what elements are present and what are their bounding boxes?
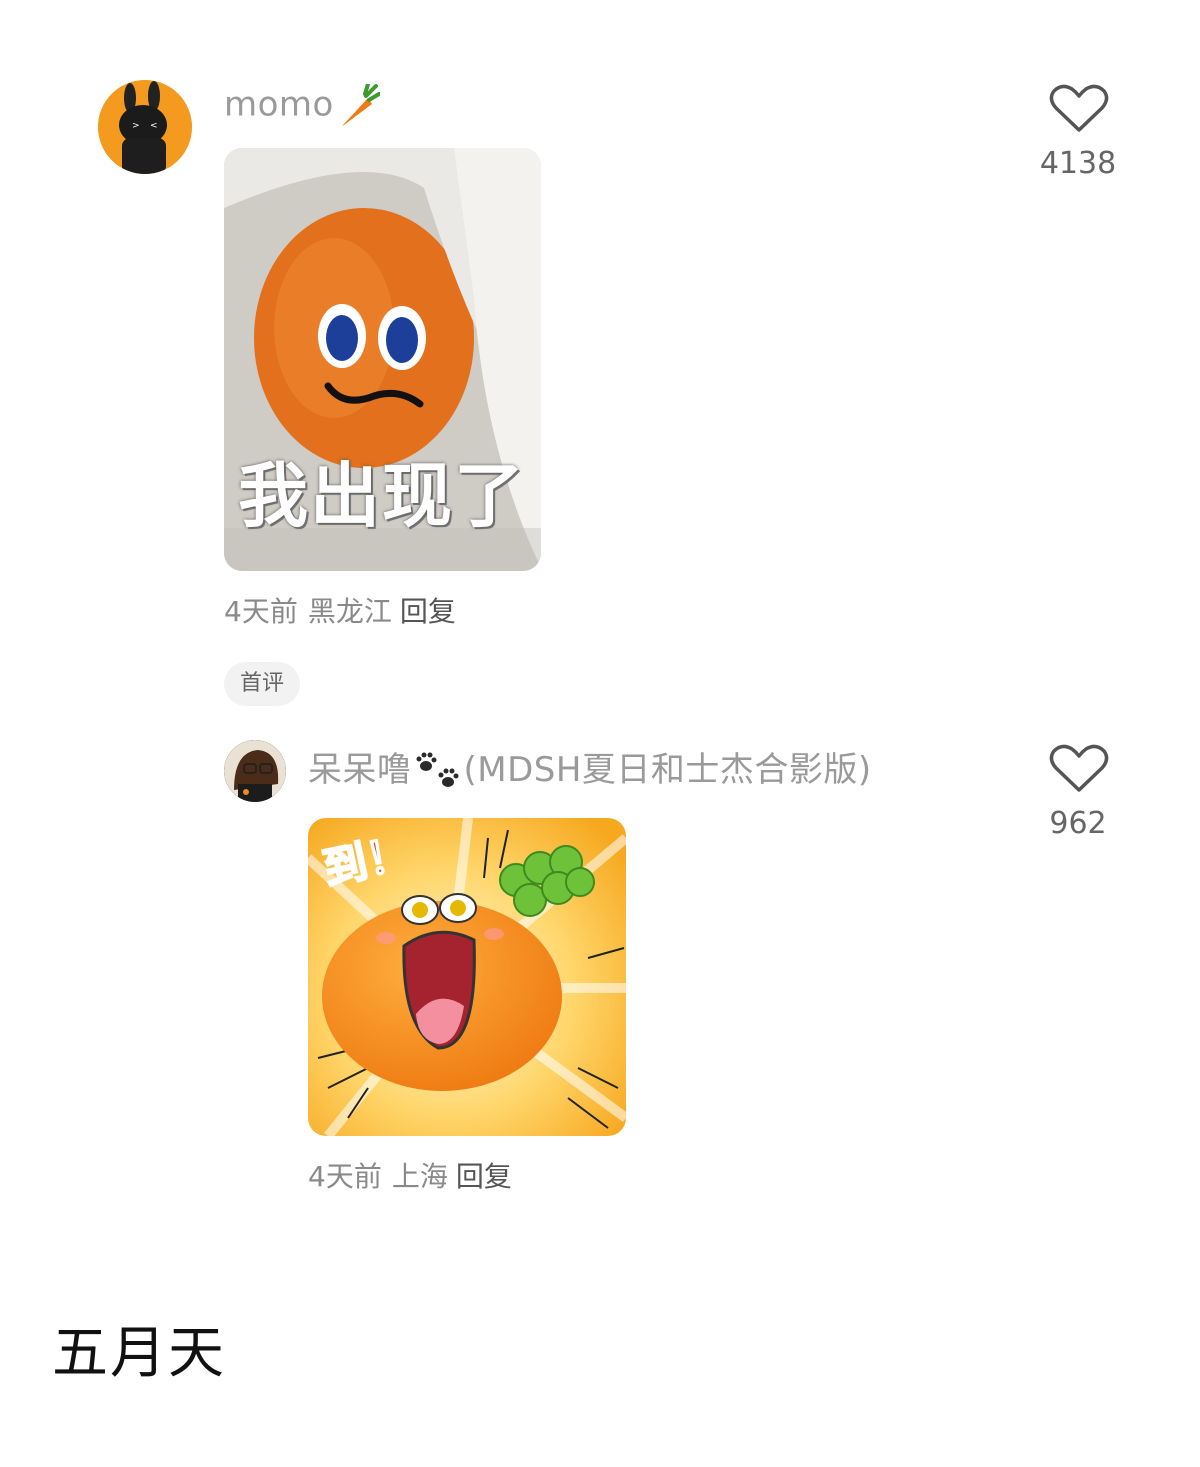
svg-text:>: > [132,121,140,131]
like-count: 962 [1049,806,1107,841]
username-suffix: (MDSH夏日和士杰合影版) [463,750,872,790]
heart-icon [1049,744,1109,792]
comment-time: 4天前 [224,595,298,628]
image-caption: 我出现了 [238,455,526,537]
avatar-image: > < [98,80,192,174]
carrot-icon [338,84,380,128]
reply-button[interactable]: 回复 [456,1160,512,1193]
orange-character-sticker: 到！ [308,818,626,1136]
like-button[interactable] [1048,744,1110,794]
section-title: 五月天 [52,1321,226,1386]
comment-meta: 4天前 上海 回复 [308,1155,512,1195]
comment-image[interactable]: 到！ [308,818,626,1136]
username[interactable]: 呆呆噜 (MDSH夏日和士杰合影版) [308,742,872,792]
comment-meta: 4天前 黑龙江 回复 [224,590,456,630]
reply-button[interactable]: 回复 [400,595,456,628]
avatar-image [224,740,286,802]
comment-time: 4天前 [308,1160,382,1193]
first-comment-badge: 首评 [224,662,301,706]
username-text: 呆呆噜 [308,750,412,790]
like-count: 4138 [1039,146,1117,181]
paw-prints-icon [414,752,462,792]
svg-text:<: < [150,121,158,131]
avatar[interactable] [224,740,286,802]
username[interactable]: momo [224,84,380,128]
username-text: momo [224,84,334,125]
comment-location: 黑龙江 [307,595,392,628]
comment-image[interactable]: 我出现了 [224,148,541,571]
like-button[interactable] [1048,84,1110,134]
heart-icon [1049,84,1109,132]
comment-location: 上海 [391,1160,448,1193]
avatar[interactable]: > < [98,80,192,174]
